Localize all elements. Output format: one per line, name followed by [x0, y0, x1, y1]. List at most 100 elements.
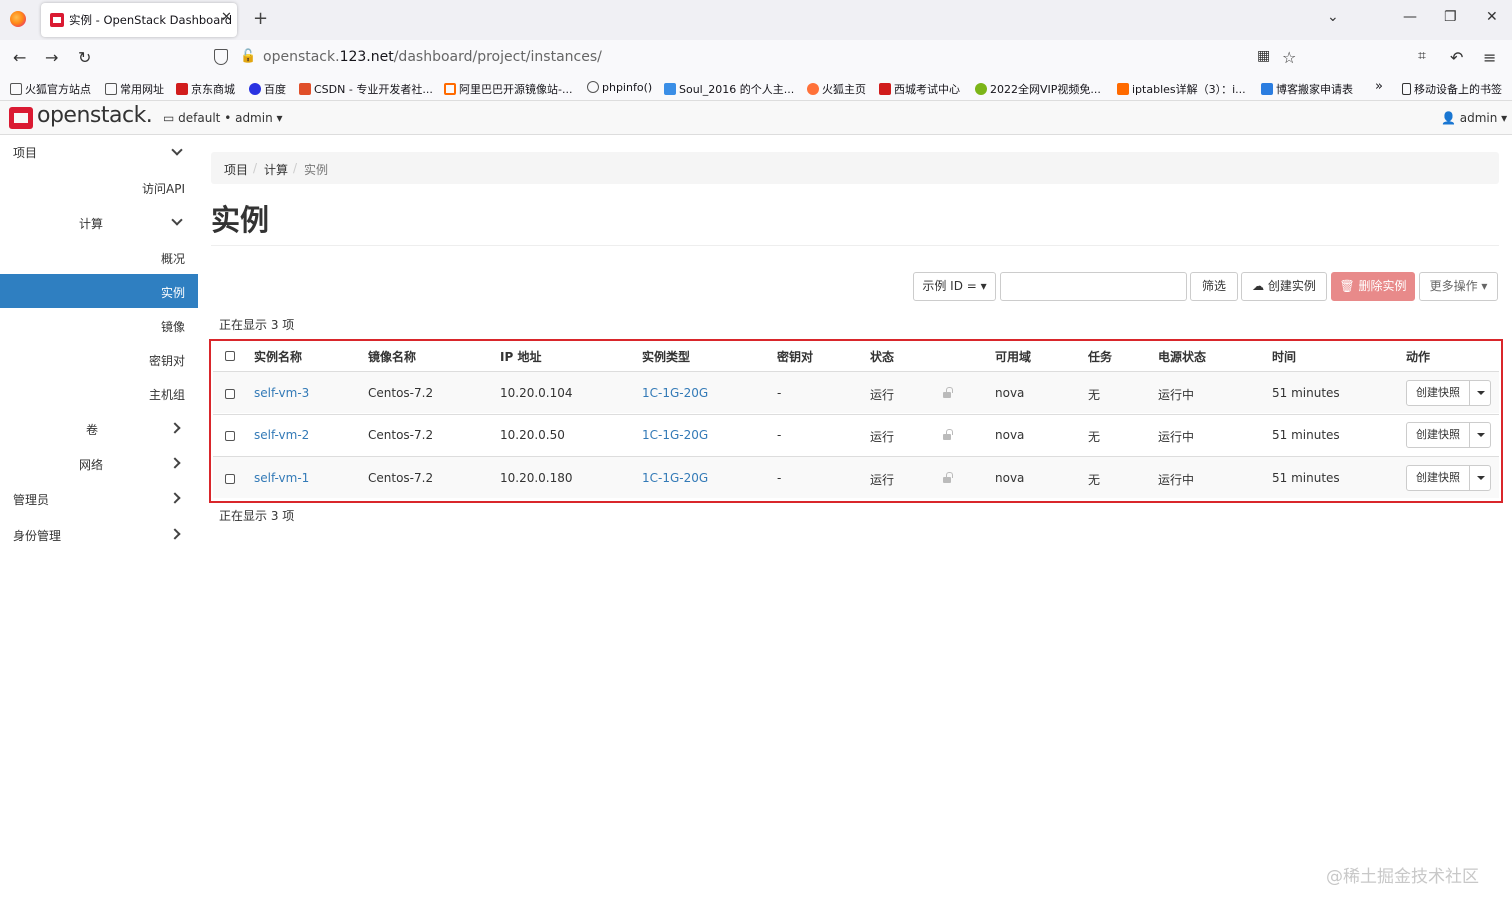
- unlock-icon[interactable]: [943, 429, 953, 440]
- bookmark-item[interactable]: Soul_2016 的个人主...: [664, 81, 794, 97]
- firefox-icon[interactable]: [10, 11, 26, 27]
- bookmark-item[interactable]: 京东商城: [176, 81, 235, 97]
- sidebar-item-network[interactable]: 网络: [79, 456, 103, 473]
- column-header[interactable]: 实例名称: [254, 348, 302, 365]
- instance-name-link[interactable]: self-vm-3: [254, 386, 309, 400]
- column-header[interactable]: 实例类型: [642, 348, 690, 365]
- flavor-link[interactable]: 1C-1G-20G: [642, 471, 708, 485]
- back-arrow-icon[interactable]: ←: [13, 48, 26, 67]
- row-actions-caret-icon[interactable]: [1469, 465, 1491, 491]
- bookmark-item[interactable]: 博客搬家申请表: [1261, 81, 1353, 97]
- delete-instances-button[interactable]: 🗑 删除实例: [1331, 272, 1415, 301]
- column-header[interactable]: IP 地址: [500, 348, 541, 365]
- unlock-icon[interactable]: [943, 472, 953, 483]
- row-checkbox[interactable]: [225, 474, 235, 484]
- create-snapshot-button[interactable]: 创建快照: [1406, 465, 1470, 491]
- forward-arrow-icon[interactable]: →: [45, 48, 58, 67]
- instance-name-link[interactable]: self-vm-1: [254, 471, 309, 485]
- url-bar[interactable]: openstack.123.net/dashboard/project/inst…: [263, 49, 602, 65]
- more-actions-button[interactable]: 更多操作 ▾: [1419, 272, 1498, 301]
- column-header[interactable]: 密钥对: [777, 348, 813, 365]
- chevron-right-icon[interactable]: [169, 422, 181, 434]
- sidebar-item-admin[interactable]: 管理员: [13, 491, 49, 508]
- bookmark-item[interactable]: 火狐主页: [807, 81, 866, 97]
- chevron-down-icon[interactable]: [171, 144, 183, 156]
- item-count-top: 正在显示 3 项: [219, 318, 295, 332]
- row-checkbox[interactable]: [225, 389, 235, 399]
- bookmark-item[interactable]: iptables详解（3）：i...: [1117, 81, 1246, 97]
- row-actions-caret-icon[interactable]: [1469, 380, 1491, 406]
- bookmark-item[interactable]: 西城考试中心: [879, 81, 960, 97]
- crop-screenshot-icon[interactable]: ⌗: [1418, 48, 1426, 64]
- openstack-logo-text[interactable]: openstack.: [37, 103, 153, 128]
- qr-code-icon[interactable]: ▦: [1257, 48, 1270, 64]
- chevron-right-icon[interactable]: [169, 457, 181, 469]
- sidebar-item-api-access[interactable]: 访问API: [142, 180, 185, 197]
- mobile-bookmarks[interactable]: 移动设备上的书签: [1402, 81, 1502, 97]
- filter-input[interactable]: [1000, 272, 1187, 301]
- bookmark-item[interactable]: 常用网址: [105, 81, 164, 97]
- create-snapshot-button[interactable]: 创建快照: [1406, 380, 1470, 406]
- bookmark-item[interactable]: phpinfo(): [587, 81, 652, 94]
- openstack-logo-icon[interactable]: [9, 107, 33, 129]
- column-header[interactable]: 状态: [870, 348, 894, 365]
- breadcrumb-item[interactable]: 计算: [264, 161, 288, 178]
- sidebar-item-key-pairs[interactable]: 密钥对: [149, 352, 185, 369]
- create-instance-button[interactable]: ☁ 创建实例: [1241, 272, 1327, 301]
- minimize-button[interactable]: —: [1403, 9, 1417, 25]
- chevron-down-icon[interactable]: [171, 214, 183, 226]
- breadcrumb-item[interactable]: 项目: [224, 161, 248, 178]
- column-header[interactable]: 可用域: [995, 348, 1031, 365]
- undo-icon[interactable]: ↶: [1450, 48, 1463, 67]
- column-header[interactable]: 电源状态: [1158, 348, 1206, 365]
- user-menu[interactable]: 👤 admin ▾: [1441, 111, 1507, 125]
- sidebar-item-compute[interactable]: 计算: [79, 215, 103, 232]
- reload-icon[interactable]: ↻: [78, 48, 91, 67]
- tab-close-icon[interactable]: ✕: [221, 10, 232, 25]
- form-icon: [1261, 83, 1273, 95]
- column-header[interactable]: 时间: [1272, 348, 1296, 365]
- chevron-right-icon[interactable]: [169, 492, 181, 504]
- unlock-icon[interactable]: [943, 387, 953, 398]
- new-tab-button[interactable]: +: [253, 8, 268, 29]
- column-header: 动作: [1406, 350, 1431, 364]
- row-actions-caret-icon[interactable]: [1469, 422, 1491, 448]
- create-snapshot-button[interactable]: 创建快照: [1406, 422, 1470, 448]
- tab-list-chevron-icon[interactable]: ⌄: [1327, 9, 1339, 25]
- aliyun-icon: [444, 83, 456, 95]
- sidebar-item-instances-label[interactable]: 实例: [161, 284, 185, 301]
- insecure-lock-icon[interactable]: 🔓: [240, 49, 256, 64]
- bookmark-item[interactable]: 火狐官方站点: [10, 81, 91, 97]
- project-selector[interactable]: ▭ default • admin ▾: [163, 111, 283, 125]
- sidebar-item-volumes[interactable]: 卷: [86, 421, 98, 438]
- close-window-button[interactable]: ✕: [1486, 9, 1498, 25]
- bookmark-item[interactable]: 阿里巴巴开源镜像站-...: [444, 81, 572, 97]
- sidebar-item-images[interactable]: 镜像: [161, 318, 185, 335]
- flavor-link[interactable]: 1C-1G-20G: [642, 386, 708, 400]
- firefox-icon: [807, 83, 819, 95]
- row-checkbox[interactable]: [225, 431, 235, 441]
- bookmark-item[interactable]: CSDN - 专业开发者社...: [299, 81, 433, 97]
- filter-button[interactable]: 筛选: [1190, 272, 1238, 301]
- bookmark-item[interactable]: 百度: [249, 81, 286, 97]
- tracking-shield-icon[interactable]: [214, 49, 228, 65]
- browser-tab-active[interactable]: 实例 - OpenStack Dashboard ✕: [41, 3, 237, 37]
- sidebar-item-host-groups[interactable]: 主机组: [149, 386, 185, 403]
- instance-name-link[interactable]: self-vm-2: [254, 428, 309, 442]
- bookmarks-overflow-icon[interactable]: »: [1375, 79, 1383, 94]
- sidebar-item-project[interactable]: 项目: [13, 144, 37, 161]
- column-header[interactable]: 任务: [1088, 348, 1112, 365]
- bookmarks-bar: 火狐官方站点 常用网址 京东商城 百度 CSDN - 专业开发者社... 阿里巴…: [0, 76, 1512, 101]
- sidebar-item-overview[interactable]: 概况: [161, 250, 185, 267]
- sidebar-item-identity[interactable]: 身份管理: [13, 527, 61, 544]
- chevron-right-icon[interactable]: [169, 528, 181, 540]
- bookmark-star-icon[interactable]: ☆: [1282, 48, 1296, 67]
- select-all-checkbox[interactable]: [225, 351, 235, 361]
- column-header[interactable]: 镜像名称: [368, 348, 416, 365]
- power-state: 运行中: [1158, 473, 1195, 487]
- bookmark-item[interactable]: 2022全网VIP视频免...: [975, 81, 1101, 97]
- menu-hamburger-icon[interactable]: ≡: [1483, 48, 1496, 67]
- filter-field-dropdown[interactable]: 示例 ID = ▾: [913, 272, 996, 301]
- flavor-link[interactable]: 1C-1G-20G: [642, 428, 708, 442]
- maximize-button[interactable]: ❐: [1444, 9, 1457, 25]
